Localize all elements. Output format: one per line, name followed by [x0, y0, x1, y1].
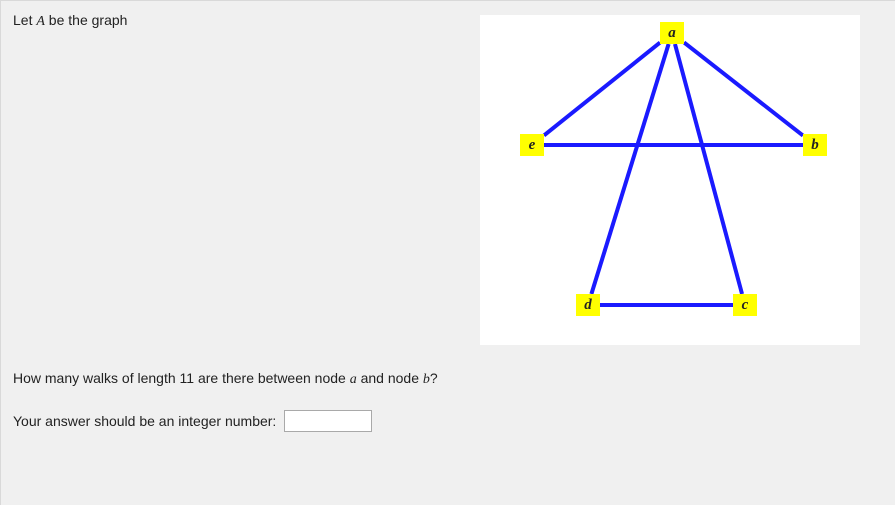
intro-var: A: [36, 14, 45, 29]
edge-a-b: [684, 42, 803, 135]
graph-figure: a b c d e: [480, 15, 860, 345]
top-row: Let A be the graph a b c d e: [1, 1, 895, 345]
intro-post: be the graph: [45, 12, 128, 28]
prompt-text: Let A be the graph: [1, 1, 480, 32]
question-pre: How many walks of length 11 are there be…: [13, 370, 350, 386]
node-b: b: [803, 134, 827, 156]
node-a: a: [660, 22, 684, 44]
edge-a-d: [591, 44, 668, 294]
node-d: d: [576, 294, 600, 316]
intro-pre: Let: [13, 12, 36, 28]
question-var1: a: [350, 372, 357, 387]
answer-input[interactable]: [284, 410, 372, 432]
question-post: ?: [430, 370, 438, 386]
question-panel: Let A be the graph a b c d e How many wa…: [0, 0, 895, 505]
question-var2: b: [423, 372, 430, 387]
question-area: How many walks of length 11 are there be…: [1, 345, 895, 432]
answer-label: Your answer should be an integer number:: [13, 413, 276, 429]
question-mid: and node: [357, 370, 423, 386]
answer-line: Your answer should be an integer number:: [13, 410, 883, 432]
node-e: e: [520, 134, 544, 156]
node-c: c: [733, 294, 757, 316]
question-line: How many walks of length 11 are there be…: [13, 369, 883, 390]
graph-edges-svg: [480, 15, 860, 345]
